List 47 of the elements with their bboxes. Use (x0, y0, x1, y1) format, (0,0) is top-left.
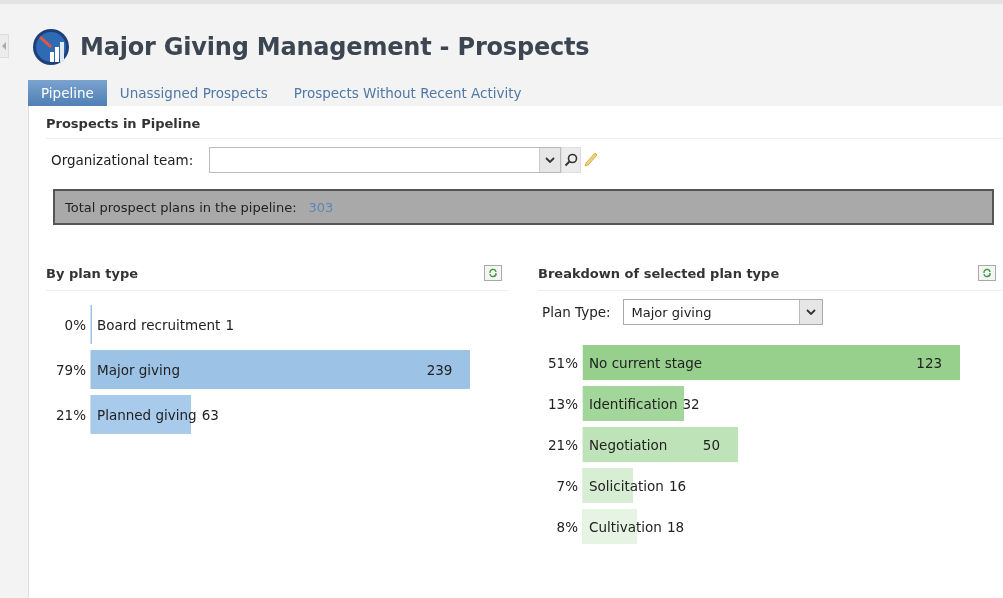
refresh-icon[interactable] (982, 268, 992, 278)
bar[interactable] (583, 427, 738, 462)
gauge-chart-icon (32, 28, 70, 66)
panel-title: By plan type (46, 265, 139, 281)
percent-label: 8% (555, 517, 579, 537)
bar-value: 16 (668, 477, 687, 494)
tab[interactable]: Prospects Without Recent Activity (280, 80, 535, 106)
organizational-team-field[interactable] (209, 147, 561, 173)
field-label: Plan Type: (542, 304, 611, 320)
bar-value: 18 (666, 518, 685, 535)
bar-value: 123 (916, 354, 944, 371)
bar-label: Cultivation (589, 518, 662, 535)
bar-label: Solicitation (589, 477, 664, 494)
percent-label: 0% (63, 315, 87, 335)
chevron-down-icon[interactable] (545, 157, 555, 163)
bar[interactable] (583, 386, 684, 421)
percent-label: 13% (547, 394, 579, 414)
chevron-down-icon[interactable] (805, 309, 816, 315)
bar-label: No current stage (589, 354, 703, 371)
bar-value: 63 (201, 406, 219, 423)
percent-label: 21% (547, 435, 579, 455)
collapse-handle[interactable] (0, 34, 9, 58)
refresh-button[interactable] (484, 265, 502, 281)
percent-label: 21% (55, 405, 87, 425)
percent-label: 79% (55, 360, 87, 380)
tab[interactable]: Pipeline (28, 80, 107, 106)
total-label: Total prospect plans in the pipeline: (65, 199, 297, 215)
bar-label: Identification (589, 395, 678, 412)
bar-value: 50 (702, 436, 721, 453)
bar-label: Board recruitment (97, 316, 221, 333)
search-button[interactable] (561, 147, 581, 173)
plan-type-dropdown[interactable]: Major giving (622, 299, 823, 325)
bar-label: Planned giving (97, 406, 197, 423)
bar-value: 239 (426, 361, 454, 378)
tab[interactable]: Unassigned Prospects (106, 80, 281, 106)
field-label: Organizational team: (51, 152, 195, 168)
page-title: Major Giving Management - Prospects (80, 33, 590, 61)
bar-label: Major giving (97, 361, 180, 378)
bar-value: 1 (225, 316, 234, 333)
percent-label: 51% (547, 353, 579, 373)
refresh-icon[interactable] (488, 268, 498, 278)
section-title: Prospects in Pipeline (46, 106, 1003, 139)
refresh-button[interactable] (978, 265, 996, 281)
bar-label: Negotiation (589, 436, 668, 453)
percent-label: 7% (555, 476, 579, 496)
panel-title: Breakdown of selected plan type (538, 265, 780, 281)
bar-value: 32 (682, 395, 700, 412)
